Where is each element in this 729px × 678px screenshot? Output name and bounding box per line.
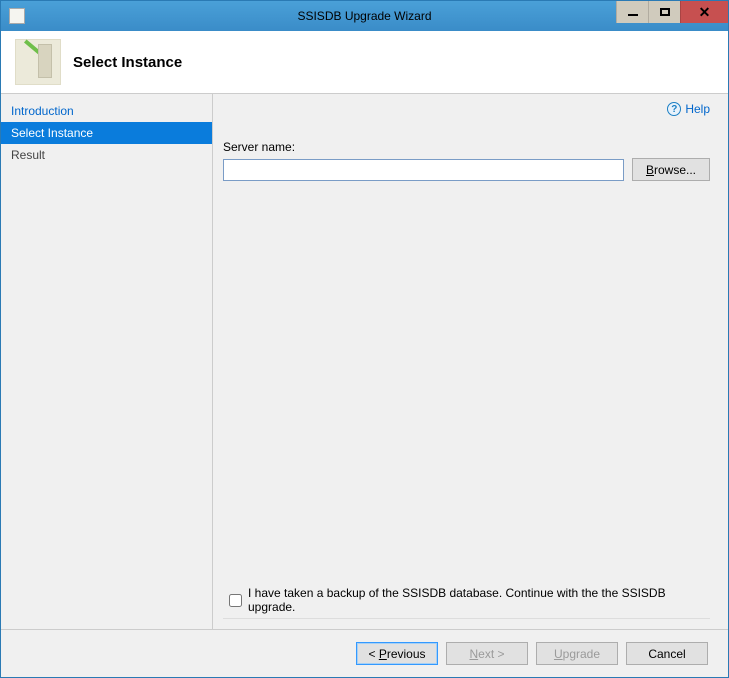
server-name-row: Browse... bbox=[223, 158, 710, 181]
help-label: Help bbox=[685, 102, 710, 116]
window-controls: ✕ bbox=[616, 1, 728, 23]
minimize-button[interactable] bbox=[616, 1, 648, 23]
sidebar-item-select-instance[interactable]: Select Instance bbox=[1, 122, 212, 144]
browse-button[interactable]: Browse... bbox=[632, 158, 710, 181]
backup-checkbox[interactable] bbox=[229, 594, 242, 607]
backup-checkbox-label: I have taken a backup of the SSISDB data… bbox=[248, 586, 710, 614]
help-icon: ? bbox=[667, 102, 681, 116]
server-name-input[interactable] bbox=[223, 159, 624, 181]
sidebar-item-introduction[interactable]: Introduction bbox=[1, 100, 212, 122]
server-name-label: Server name: bbox=[223, 140, 710, 154]
titlebar: SSISDB Upgrade Wizard ✕ bbox=[1, 1, 728, 31]
form-area: Server name: Browse... bbox=[223, 140, 710, 181]
close-button[interactable]: ✕ bbox=[680, 1, 728, 23]
sidebar-item-result[interactable]: Result bbox=[1, 144, 212, 166]
maximize-button[interactable] bbox=[648, 1, 680, 23]
upgrade-button[interactable]: Upgrade bbox=[536, 642, 618, 665]
cancel-button[interactable]: Cancel bbox=[626, 642, 708, 665]
footer-bar: < Previous Next > Upgrade Cancel bbox=[1, 629, 728, 677]
body-area: Introduction Select Instance Result ? He… bbox=[1, 94, 728, 629]
wizard-icon bbox=[15, 39, 61, 85]
backup-checkbox-row[interactable]: I have taken a backup of the SSISDB data… bbox=[223, 578, 710, 619]
page-title: Select Instance bbox=[73, 54, 182, 71]
app-icon bbox=[9, 8, 25, 24]
header-band: Select Instance bbox=[1, 31, 728, 94]
next-button[interactable]: Next > bbox=[446, 642, 528, 665]
sidebar: Introduction Select Instance Result bbox=[1, 94, 213, 629]
browse-rest: rowse... bbox=[654, 163, 696, 177]
main-pane: ? Help Server name: Browse... I have tak… bbox=[213, 94, 728, 629]
previous-button[interactable]: < Previous bbox=[356, 642, 438, 665]
help-link[interactable]: ? Help bbox=[667, 102, 710, 116]
